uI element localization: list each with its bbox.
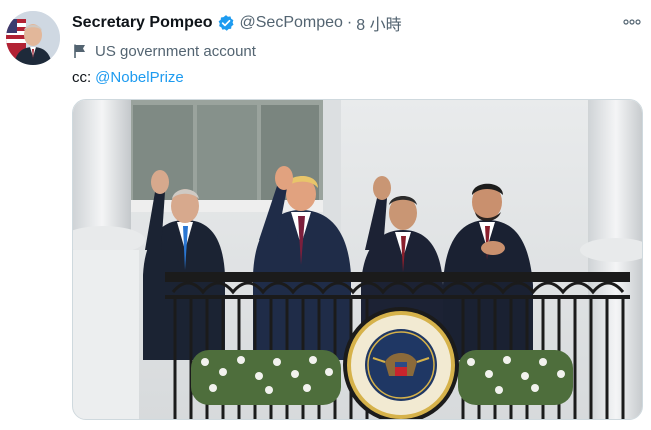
author-avatar[interactable] [6, 11, 60, 65]
more-options-button[interactable] [621, 12, 643, 32]
tweet-card[interactable]: Secretary Pompeo @SecPompeo · 8 小時 US go… [0, 0, 651, 430]
separator-dot: · [346, 14, 353, 31]
author-handle[interactable]: @SecPompeo [240, 14, 343, 32]
author-name[interactable]: Secretary Pompeo [72, 14, 213, 32]
presidential-seal-icon [343, 307, 459, 419]
mention-link[interactable]: @NobelPrize [95, 69, 184, 86]
verified-badge-icon [218, 15, 234, 31]
photo-balcony-scene [73, 100, 642, 419]
flag-icon [74, 44, 85, 58]
account-label-text: US government account [95, 42, 256, 60]
account-label[interactable]: US government account [72, 40, 256, 62]
tweet-timestamp[interactable]: 8 小時 [356, 11, 401, 35]
more-options-icon [623, 19, 641, 25]
tweet-text-prefix: cc: [72, 68, 92, 86]
avatar-image [6, 11, 60, 65]
tweet-text: cc: @NobelPrize [72, 66, 184, 88]
tweet-photo[interactable] [72, 99, 643, 420]
tweet-header: Secretary Pompeo @SecPompeo · 8 小時 [72, 12, 639, 34]
